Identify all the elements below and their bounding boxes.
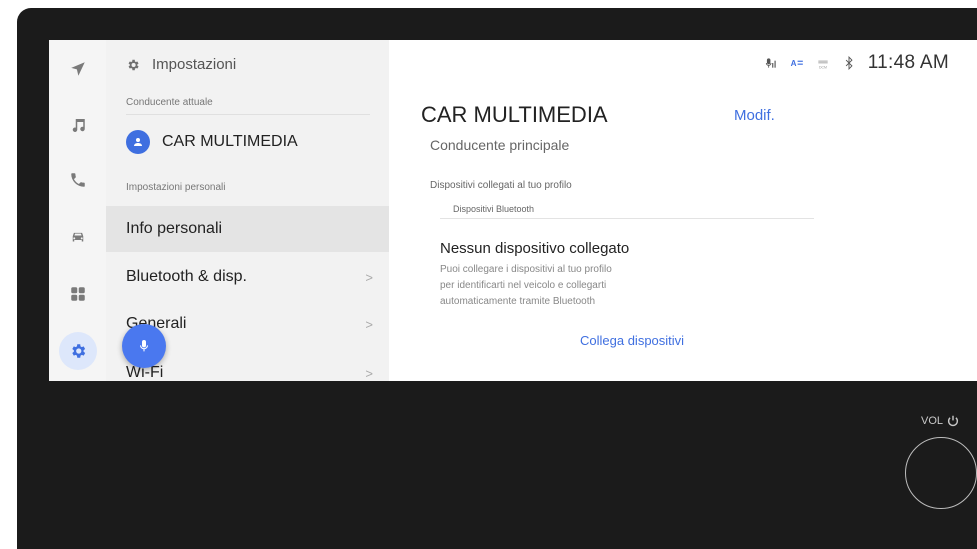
navigation-icon	[71, 62, 85, 76]
no-device-line: per identificarti nel veicolo e collegar…	[440, 280, 607, 291]
avatar	[126, 130, 150, 154]
profile-subtitle: Conducente principale	[430, 137, 570, 153]
menu-title: Impostazioni	[152, 56, 237, 73]
music-icon	[72, 119, 85, 132]
no-device-title: Nessun dispositivo collegato	[440, 240, 630, 257]
rail-music[interactable]	[59, 106, 97, 144]
profile-title: CAR MULTIMEDIA	[421, 102, 608, 127]
chevron-right-icon: >	[365, 316, 373, 332]
car-icon	[72, 232, 84, 242]
no-device-line: automaticamente tramite Bluetooth	[440, 296, 596, 307]
settings-icon	[72, 344, 86, 358]
dcm-label: DCM	[819, 65, 827, 69]
az-icon: A	[790, 59, 803, 68]
no-device-line: Puoi collegare i dispositivi al tuo prof…	[440, 264, 612, 275]
current-driver[interactable]: CAR MULTIMEDIA	[126, 130, 298, 154]
menu-item-label: Info personali	[126, 220, 223, 237]
svg-text:A: A	[790, 59, 796, 68]
volume-knob[interactable]	[905, 437, 977, 509]
vol-text: VOL	[921, 415, 944, 427]
rail-apps[interactable]	[59, 275, 97, 313]
phone-icon	[71, 173, 85, 187]
microphone-icon	[140, 340, 148, 352]
voice-assistant-button[interactable]	[122, 324, 166, 368]
status-bar: A DCM 11:48 AM	[764, 52, 949, 74]
display-screen: Impostazioni Conducente attuale CAR MULT…	[49, 40, 977, 381]
app-rail	[49, 40, 106, 381]
rail-navigation[interactable]	[59, 50, 97, 88]
personal-settings-label: Impostazioni personali	[126, 182, 226, 193]
no-device-description: Puoi collegare i dispositivi al tuo prof…	[440, 262, 700, 310]
menu-header: Impostazioni	[126, 56, 236, 73]
power-icon	[947, 415, 959, 427]
clock: 11:48 AM	[867, 52, 949, 73]
person-icon	[134, 138, 142, 146]
rail-settings[interactable]	[59, 332, 97, 370]
section-divider	[440, 218, 814, 219]
dcm-icon: DCM	[818, 60, 828, 69]
gear-icon	[128, 59, 139, 70]
bluetooth-devices-label: Dispositivi Bluetooth	[453, 204, 535, 214]
chevron-right-icon: >	[365, 365, 373, 381]
menu-item-bluetooth[interactable]: Bluetooth & disp. >	[106, 254, 389, 300]
volume-label: VOL	[921, 414, 960, 428]
menu-item-info-personali[interactable]: Info personali	[106, 206, 389, 252]
bluetooth-icon	[845, 56, 853, 70]
chevron-right-icon: >	[365, 269, 373, 285]
menu-item-label: Bluetooth & disp.	[126, 268, 247, 285]
apps-icon	[71, 287, 85, 301]
connect-devices-button[interactable]: Collega dispositivi	[580, 333, 684, 348]
rail-phone[interactable]	[59, 161, 97, 199]
edit-profile-button[interactable]: Modif.	[734, 107, 775, 124]
connected-devices-label: Dispositivi collegati al tuo profilo	[430, 180, 572, 191]
mic-signal-icon	[765, 58, 776, 68]
rail-vehicle[interactable]	[59, 218, 97, 256]
driver-name: CAR MULTIMEDIA	[162, 133, 298, 150]
menu-divider	[126, 114, 370, 115]
current-driver-label: Conducente attuale	[126, 97, 213, 108]
